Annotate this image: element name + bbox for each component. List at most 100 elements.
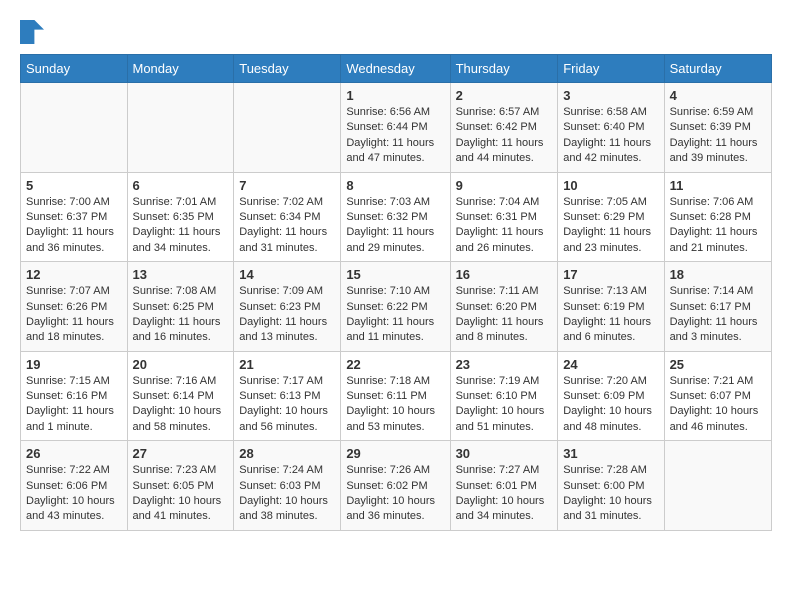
day-info: Sunrise: 6:59 AM Sunset: 6:39 PM Dayligh…: [670, 105, 766, 167]
logo: General Blue: [20, 20, 50, 44]
day-number: 6: [133, 178, 229, 193]
day-info: Sunrise: 7:11 AM Sunset: 6:20 PM Dayligh…: [456, 284, 553, 346]
day-number: 9: [456, 178, 553, 193]
day-info: Sunrise: 7:18 AM Sunset: 6:11 PM Dayligh…: [346, 374, 444, 436]
day-info: Sunrise: 7:06 AM Sunset: 6:28 PM Dayligh…: [670, 195, 766, 257]
day-info: Sunrise: 7:08 AM Sunset: 6:25 PM Dayligh…: [133, 284, 229, 346]
day-number: 24: [563, 357, 658, 372]
day-info: Sunrise: 7:00 AM Sunset: 6:37 PM Dayligh…: [26, 195, 122, 257]
header-day-thursday: Thursday: [450, 55, 558, 83]
day-number: 25: [670, 357, 766, 372]
day-info: Sunrise: 7:22 AM Sunset: 6:06 PM Dayligh…: [26, 463, 122, 525]
calendar-cell: 13 Sunrise: 7:08 AM Sunset: 6:25 PM Dayli…: [127, 262, 234, 352]
header-day-sunday: Sunday: [21, 55, 128, 83]
calendar-cell: 21 Sunrise: 7:17 AM Sunset: 6:13 PM Dayli…: [234, 351, 341, 441]
day-info: Sunrise: 7:28 AM Sunset: 6:00 PM Dayligh…: [563, 463, 658, 525]
day-info: Sunrise: 7:09 AM Sunset: 6:23 PM Dayligh…: [239, 284, 335, 346]
day-info: Sunrise: 7:04 AM Sunset: 6:31 PM Dayligh…: [456, 195, 553, 257]
day-info: Sunrise: 7:26 AM Sunset: 6:02 PM Dayligh…: [346, 463, 444, 525]
calendar-cell: 16 Sunrise: 7:11 AM Sunset: 6:20 PM Dayli…: [450, 262, 558, 352]
day-info: Sunrise: 6:58 AM Sunset: 6:40 PM Dayligh…: [563, 105, 658, 167]
calendar-cell: 31Sunrise: 7:28 AM Sunset: 6:00 PM Dayli…: [558, 441, 664, 531]
day-number: 27: [133, 446, 229, 461]
day-info: Sunrise: 7:27 AM Sunset: 6:01 PM Dayligh…: [456, 463, 553, 525]
calendar-week-row: 19 Sunrise: 7:15 AM Sunset: 6:16 PM Dayli…: [21, 351, 772, 441]
day-number: 2: [456, 88, 553, 103]
day-number: 19: [26, 357, 122, 372]
day-info: Sunrise: 7:13 AM Sunset: 6:19 PM Dayligh…: [563, 284, 658, 346]
day-number: 8: [346, 178, 444, 193]
calendar-cell: 12 Sunrise: 7:07 AM Sunset: 6:26 PM Dayli…: [21, 262, 128, 352]
calendar-table: SundayMondayTuesdayWednesdayThursdayFrid…: [20, 54, 772, 531]
day-number: 21: [239, 357, 335, 372]
day-number: 12: [26, 267, 122, 282]
calendar-cell: 8Sunrise: 7:03 AM Sunset: 6:32 PM Daylig…: [341, 172, 450, 262]
day-number: 13: [133, 267, 229, 282]
calendar-cell: 22 Sunrise: 7:18 AM Sunset: 6:11 PM Dayli…: [341, 351, 450, 441]
calendar-cell: 17Sunrise: 7:13 AM Sunset: 6:19 PM Dayli…: [558, 262, 664, 352]
calendar-cell: 18 Sunrise: 7:14 AM Sunset: 6:17 PM Dayli…: [664, 262, 771, 352]
header-day-monday: Monday: [127, 55, 234, 83]
calendar-cell: 25 Sunrise: 7:21 AM Sunset: 6:07 PM Dayli…: [664, 351, 771, 441]
day-info: Sunrise: 7:19 AM Sunset: 6:10 PM Dayligh…: [456, 374, 553, 436]
calendar-week-row: 1 Sunrise: 6:56 AM Sunset: 6:44 PM Daylig…: [21, 83, 772, 173]
calendar-cell: 14 Sunrise: 7:09 AM Sunset: 6:23 PM Dayli…: [234, 262, 341, 352]
day-number: 3: [563, 88, 658, 103]
day-number: 5: [26, 178, 122, 193]
day-number: 22: [346, 357, 444, 372]
day-info: Sunrise: 7:07 AM Sunset: 6:26 PM Dayligh…: [26, 284, 122, 346]
day-number: 16: [456, 267, 553, 282]
calendar-cell: 23Sunrise: 7:19 AM Sunset: 6:10 PM Dayli…: [450, 351, 558, 441]
calendar-cell: 19 Sunrise: 7:15 AM Sunset: 6:16 PM Dayli…: [21, 351, 128, 441]
day-number: 26: [26, 446, 122, 461]
day-info: Sunrise: 7:15 AM Sunset: 6:16 PM Dayligh…: [26, 374, 122, 436]
calendar-cell: 15 Sunrise: 7:10 AM Sunset: 6:22 PM Dayli…: [341, 262, 450, 352]
calendar-cell: 3 Sunrise: 6:58 AM Sunset: 6:40 PM Daylig…: [558, 83, 664, 173]
day-info: Sunrise: 7:10 AM Sunset: 6:22 PM Dayligh…: [346, 284, 444, 346]
day-number: 29: [346, 446, 444, 461]
calendar-cell: 29 Sunrise: 7:26 AM Sunset: 6:02 PM Dayli…: [341, 441, 450, 531]
day-info: Sunrise: 7:23 AM Sunset: 6:05 PM Dayligh…: [133, 463, 229, 525]
calendar-cell: 4 Sunrise: 6:59 AM Sunset: 6:39 PM Daylig…: [664, 83, 771, 173]
day-info: Sunrise: 7:14 AM Sunset: 6:17 PM Dayligh…: [670, 284, 766, 346]
calendar-cell: 7 Sunrise: 7:02 AM Sunset: 6:34 PM Daylig…: [234, 172, 341, 262]
day-number: 4: [670, 88, 766, 103]
calendar-cell: 27 Sunrise: 7:23 AM Sunset: 6:05 PM Dayli…: [127, 441, 234, 531]
day-number: 11: [670, 178, 766, 193]
day-info: Sunrise: 7:21 AM Sunset: 6:07 PM Dayligh…: [670, 374, 766, 436]
calendar-cell: [127, 83, 234, 173]
day-info: Sunrise: 7:20 AM Sunset: 6:09 PM Dayligh…: [563, 374, 658, 436]
day-info: Sunrise: 7:05 AM Sunset: 6:29 PM Dayligh…: [563, 195, 658, 257]
day-info: Sunrise: 7:24 AM Sunset: 6:03 PM Dayligh…: [239, 463, 335, 525]
day-number: 18: [670, 267, 766, 282]
calendar-cell: 9 Sunrise: 7:04 AM Sunset: 6:31 PM Daylig…: [450, 172, 558, 262]
day-info: Sunrise: 7:17 AM Sunset: 6:13 PM Dayligh…: [239, 374, 335, 436]
header-day-tuesday: Tuesday: [234, 55, 341, 83]
page-header: General Blue: [20, 20, 772, 44]
header-day-saturday: Saturday: [664, 55, 771, 83]
calendar-week-row: 26 Sunrise: 7:22 AM Sunset: 6:06 PM Dayli…: [21, 441, 772, 531]
calendar-cell: 26 Sunrise: 7:22 AM Sunset: 6:06 PM Dayli…: [21, 441, 128, 531]
day-number: 7: [239, 178, 335, 193]
day-number: 1: [346, 88, 444, 103]
calendar-cell: 6 Sunrise: 7:01 AM Sunset: 6:35 PM Daylig…: [127, 172, 234, 262]
day-number: 15: [346, 267, 444, 282]
day-info: Sunrise: 6:56 AM Sunset: 6:44 PM Dayligh…: [346, 105, 444, 167]
calendar-header-row: SundayMondayTuesdayWednesdayThursdayFrid…: [21, 55, 772, 83]
day-number: 14: [239, 267, 335, 282]
header-day-wednesday: Wednesday: [341, 55, 450, 83]
day-info: Sunrise: 7:01 AM Sunset: 6:35 PM Dayligh…: [133, 195, 229, 257]
day-number: 20: [133, 357, 229, 372]
calendar-cell: 30Sunrise: 7:27 AM Sunset: 6:01 PM Dayli…: [450, 441, 558, 531]
calendar-cell: 11 Sunrise: 7:06 AM Sunset: 6:28 PM Dayli…: [664, 172, 771, 262]
calendar-cell: 2 Sunrise: 6:57 AM Sunset: 6:42 PM Daylig…: [450, 83, 558, 173]
day-number: 28: [239, 446, 335, 461]
calendar-cell: 1 Sunrise: 6:56 AM Sunset: 6:44 PM Daylig…: [341, 83, 450, 173]
header-day-friday: Friday: [558, 55, 664, 83]
calendar-cell: [664, 441, 771, 531]
day-info: Sunrise: 6:57 AM Sunset: 6:42 PM Dayligh…: [456, 105, 553, 167]
day-info: Sunrise: 7:02 AM Sunset: 6:34 PM Dayligh…: [239, 195, 335, 257]
calendar-cell: 20Sunrise: 7:16 AM Sunset: 6:14 PM Dayli…: [127, 351, 234, 441]
calendar-cell: 28 Sunrise: 7:24 AM Sunset: 6:03 PM Dayli…: [234, 441, 341, 531]
calendar-cell: [234, 83, 341, 173]
